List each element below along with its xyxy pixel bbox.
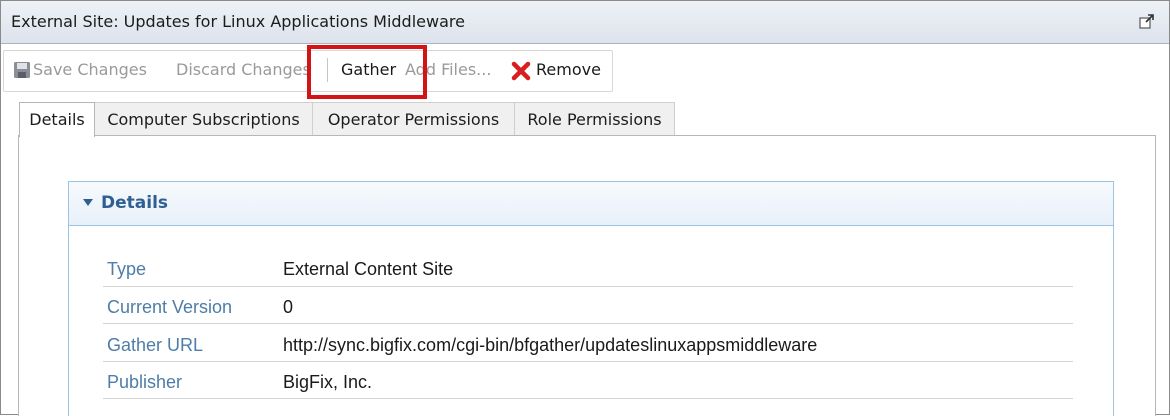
title-bar: External Site: Updates for Linux Applica… xyxy=(1,1,1169,44)
tab-label: Computer Subscriptions xyxy=(107,110,300,129)
tab-details[interactable]: Details xyxy=(19,102,95,137)
row-divider xyxy=(103,286,1073,287)
window-title: External Site: Updates for Linux Applica… xyxy=(11,12,465,31)
gather-highlight-box xyxy=(307,45,427,99)
toolbar: Save Changes Discard Changes Gather Add … xyxy=(1,44,1169,94)
popout-icon[interactable] xyxy=(1139,13,1155,29)
details-section-header[interactable]: Details xyxy=(69,182,1113,226)
discard-changes-button[interactable]: Discard Changes xyxy=(176,60,311,79)
type-label: Type xyxy=(107,259,147,279)
site-window: External Site: Updates for Linux Applica… xyxy=(0,0,1170,416)
gather-url-label: Gather URL xyxy=(107,335,204,355)
current-version-label: Current Version xyxy=(107,297,233,317)
section-title: Details xyxy=(101,193,169,213)
row-divider xyxy=(103,323,1073,324)
remove-button[interactable]: Remove xyxy=(536,60,601,79)
type-value: External Content Site xyxy=(283,259,454,279)
row-divider xyxy=(103,398,1073,399)
save-icon xyxy=(13,61,31,79)
current-version-value: 0 xyxy=(283,297,294,317)
tab-operator-permissions[interactable]: Operator Permissions xyxy=(313,102,515,136)
publisher-label: Publisher xyxy=(107,372,183,392)
tab-label: Details xyxy=(29,110,85,129)
remove-x-icon xyxy=(511,61,531,81)
row-divider xyxy=(103,361,1073,362)
tab-label: Role Permissions xyxy=(527,110,662,129)
tab-role-permissions[interactable]: Role Permissions xyxy=(515,102,675,136)
save-changes-button[interactable]: Save Changes xyxy=(33,60,147,79)
tab-computer-subscriptions[interactable]: Computer Subscriptions xyxy=(95,102,313,136)
publisher-value: BigFix, Inc. xyxy=(283,372,373,392)
tab-label: Operator Permissions xyxy=(327,110,500,129)
collapse-caret-icon[interactable] xyxy=(83,199,93,206)
gather-url-value: http://sync.bigfix.com/cgi-bin/bfgather/… xyxy=(283,335,818,355)
